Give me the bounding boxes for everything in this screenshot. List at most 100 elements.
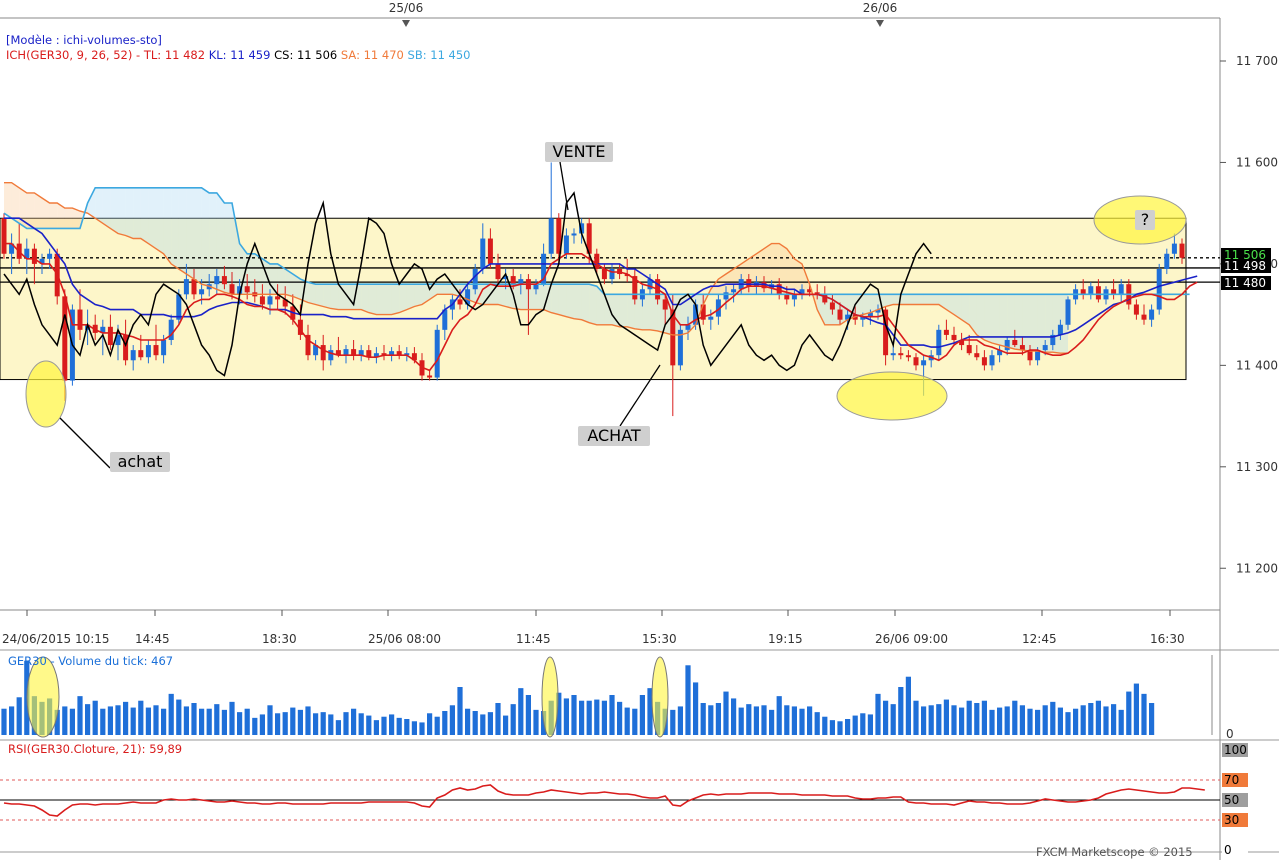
volume-bar [883, 700, 889, 735]
volume-bar [434, 716, 440, 735]
cloud-segment [505, 284, 514, 309]
volume-bar [1027, 708, 1033, 735]
cloud-segment [1030, 294, 1038, 352]
rsi-y-label: 100 [1224, 743, 1247, 757]
volume-bar [69, 708, 75, 735]
volume-bar [510, 704, 516, 735]
volume-bar [700, 703, 706, 735]
cloud-segment [368, 284, 377, 315]
candle-body [495, 263, 501, 280]
candle-body [981, 357, 987, 366]
candle-body [951, 334, 957, 340]
cloud-segment [406, 284, 415, 310]
volume-bar [966, 700, 972, 735]
candle-body [571, 233, 577, 236]
legend-3: SA: [341, 48, 364, 62]
volume-bar [244, 708, 250, 735]
volume-bar [1042, 705, 1048, 735]
legend-value-0: 11 482 [165, 48, 209, 62]
volume-bar [579, 700, 585, 735]
y-tick-label: 11 300 [1236, 460, 1278, 474]
candle-body [343, 349, 349, 356]
candle-body [267, 296, 273, 305]
volume-bar [1133, 683, 1139, 735]
volume-bar [746, 704, 752, 735]
volume-bar [305, 706, 311, 735]
volume-bar [890, 704, 896, 735]
candle-body [708, 316, 714, 320]
volume-bar [358, 713, 364, 735]
volume-bar [829, 720, 835, 735]
volume-bar [275, 713, 281, 735]
volume-bar [320, 712, 326, 735]
candle-body [275, 296, 281, 300]
volume-bar [769, 709, 775, 735]
volume-bar [632, 708, 638, 735]
cloud-segment [323, 284, 331, 309]
cloud-segment [612, 294, 620, 327]
candle-body [1118, 284, 1124, 295]
volume-bar [639, 695, 645, 735]
legend-1: KL: [209, 48, 230, 62]
candle-body [351, 349, 357, 356]
date-marker-label: 25/06 [389, 1, 424, 15]
volume-bar [761, 705, 767, 735]
volume-bar [921, 706, 927, 735]
x-tick-label: 14:45 [135, 632, 170, 646]
volume-bar [335, 720, 341, 735]
annotation-achat-lower-text: achat [118, 452, 163, 471]
candle-body [161, 339, 167, 356]
cloud-segment [156, 187, 164, 254]
cloud-segment [11, 182, 20, 224]
highlight-ellipse-achat [25, 360, 67, 428]
candle-body [905, 355, 911, 358]
candle-body [921, 360, 927, 366]
candle-body [1004, 339, 1010, 351]
cloud-segment [148, 187, 156, 249]
x-tick-label: 19:15 [768, 632, 803, 646]
y-tick-label: 11 700 [1236, 54, 1278, 68]
volume-bar [867, 714, 873, 735]
cloud-segment [361, 284, 369, 313]
cloud-segment [1022, 294, 1030, 352]
volume-bar [1012, 700, 1018, 735]
price-tag-label: 11 480 [1224, 276, 1266, 290]
cloud-segment [437, 284, 445, 295]
x-tick-label: 16:30 [1150, 632, 1185, 646]
volume-bar [1, 708, 7, 735]
candle-body [199, 289, 205, 295]
volume-bar [1095, 700, 1101, 735]
volume-bar [624, 707, 630, 735]
cloud-segment [558, 284, 567, 317]
chart-canvas: VENTEACHATachat? 11 70011 60011 50011 40… [0, 0, 1279, 860]
candle-body [1012, 339, 1018, 346]
rsi-y-label: 70 [1224, 773, 1239, 787]
candle-body [145, 345, 151, 358]
cloud-segment [984, 294, 992, 344]
cloud-segment [209, 192, 217, 290]
candle-body [936, 329, 942, 356]
candle-body [1164, 253, 1170, 269]
candle-body [138, 350, 144, 358]
cloud-segment [133, 187, 141, 239]
volume-bar [989, 709, 995, 735]
volume-bar [753, 706, 759, 735]
candle-body [176, 294, 182, 320]
volume-bar [677, 706, 683, 735]
volume-bar [107, 706, 113, 735]
volume-highlight [26, 656, 60, 738]
volume-bar [237, 712, 243, 735]
volume-bar [799, 708, 805, 735]
ichimoku-legend: ICH(GER30, 9, 26, 52) - TL: 11 482 KL: 1… [6, 48, 471, 62]
candle-body [244, 286, 250, 293]
volume-bar [259, 714, 265, 735]
volume-bar [419, 722, 425, 735]
volume-bar [837, 721, 843, 735]
volume-bar [974, 703, 980, 735]
cloud-segment [338, 284, 346, 310]
rsi-y-label: 30 [1224, 813, 1239, 827]
volume-bar [601, 700, 607, 735]
highlight-ellipse-low [836, 371, 948, 421]
volume-bar [123, 701, 129, 735]
template-label: [Modèle : ichi-volumes-sto] [6, 33, 162, 47]
